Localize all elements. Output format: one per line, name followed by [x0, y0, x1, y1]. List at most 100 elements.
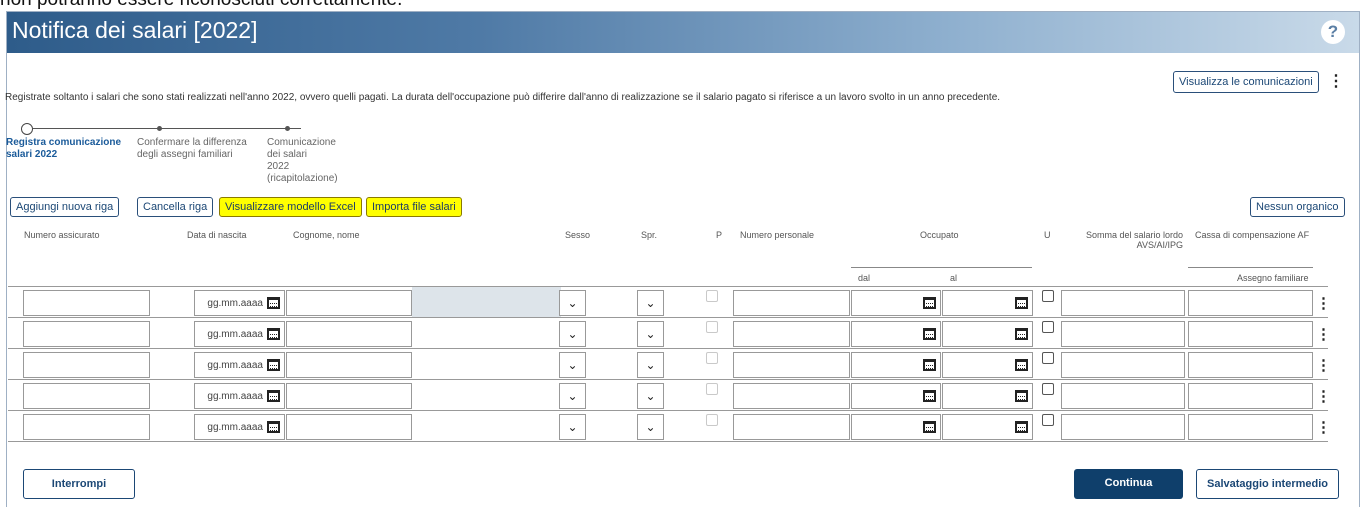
insured-number-input[interactable] [23, 290, 150, 316]
birth-date-input[interactable]: gg.mm.aaaa [194, 414, 285, 440]
insured-number-input[interactable] [23, 414, 150, 440]
birth-date-input[interactable]: gg.mm.aaaa [194, 383, 285, 409]
row-options-icon[interactable]: ⋮ [1316, 325, 1331, 343]
truncated-notice-text: non potranno essere riconosciuti corrett… [0, 0, 402, 9]
sex-select[interactable]: ⌄ [559, 383, 586, 409]
view-excel-template-button[interactable]: Visualizzare modello Excel [219, 197, 362, 217]
gross-salary-input[interactable] [1061, 414, 1185, 440]
spr-select[interactable]: ⌄ [637, 383, 664, 409]
p-checkbox[interactable] [706, 321, 718, 333]
calendar-icon[interactable] [1015, 421, 1028, 433]
name-input[interactable] [286, 414, 412, 440]
page-title: Notifica dei salari [2022] [12, 17, 258, 43]
gross-salary-input[interactable] [1061, 321, 1185, 347]
row-options-icon[interactable]: ⋮ [1316, 356, 1331, 374]
subheader-to: al [950, 273, 958, 283]
u-checkbox[interactable] [1042, 383, 1054, 395]
spr-select[interactable]: ⌄ [637, 321, 664, 347]
calendar-icon[interactable] [1015, 297, 1028, 309]
personal-number-input[interactable] [733, 383, 850, 409]
employed-from-input[interactable] [851, 290, 941, 316]
calendar-icon[interactable] [1015, 390, 1028, 402]
continue-button[interactable]: Continua [1074, 469, 1183, 499]
row-options-icon[interactable]: ⋮ [1316, 418, 1331, 436]
employed-to-input[interactable] [942, 321, 1033, 347]
calendar-icon[interactable] [923, 297, 936, 309]
spr-select[interactable]: ⌄ [637, 414, 664, 440]
birth-date-input[interactable]: gg.mm.aaaa [194, 352, 285, 378]
step-dot [157, 126, 162, 131]
p-checkbox[interactable] [706, 352, 718, 364]
calendar-icon[interactable] [923, 390, 936, 402]
u-checkbox[interactable] [1042, 352, 1054, 364]
calendar-icon[interactable] [1015, 359, 1028, 371]
no-staff-button[interactable]: Nessun organico [1250, 197, 1345, 217]
p-checkbox[interactable] [706, 290, 718, 302]
p-checkbox[interactable] [706, 414, 718, 426]
employed-from-input[interactable] [851, 352, 941, 378]
employed-from-input[interactable] [851, 383, 941, 409]
gross-salary-input[interactable] [1061, 352, 1185, 378]
sex-select[interactable]: ⌄ [559, 321, 586, 347]
family-allowance-input[interactable] [1188, 321, 1313, 347]
calendar-icon[interactable] [923, 421, 936, 433]
personal-number-input[interactable] [733, 290, 850, 316]
spr-select[interactable]: ⌄ [637, 352, 664, 378]
save-draft-button[interactable]: Salvataggio intermedio [1196, 469, 1339, 499]
gross-salary-input[interactable] [1061, 290, 1185, 316]
name-input[interactable] [286, 290, 412, 316]
current-step-circle [21, 123, 33, 135]
birth-date-input[interactable]: gg.mm.aaaa [194, 290, 285, 316]
employed-to-input[interactable] [942, 414, 1033, 440]
calendar-icon[interactable] [1015, 328, 1028, 340]
calendar-icon[interactable] [923, 328, 936, 340]
calendar-icon[interactable] [923, 359, 936, 371]
cancel-button[interactable]: Interrompi [23, 469, 135, 499]
family-allowance-input[interactable] [1188, 414, 1313, 440]
birth-date-input[interactable]: gg.mm.aaaa [194, 321, 285, 347]
import-salary-file-button[interactable]: Importa file salari [366, 197, 462, 217]
calendar-icon[interactable] [267, 359, 280, 371]
progress-stepper: Registra comunicazione salari 2022 Confer… [6, 123, 338, 184]
gross-salary-input[interactable] [1061, 383, 1185, 409]
name-input[interactable] [286, 383, 412, 409]
sex-select[interactable]: ⌄ [559, 414, 586, 440]
calendar-icon[interactable] [267, 328, 280, 340]
sex-select[interactable]: ⌄ [559, 290, 586, 316]
employed-from-input[interactable] [851, 414, 941, 440]
u-checkbox[interactable] [1042, 414, 1054, 426]
spr-select[interactable]: ⌄ [637, 290, 664, 316]
calendar-icon[interactable] [267, 421, 280, 433]
insured-number-input[interactable] [23, 352, 150, 378]
personal-number-input[interactable] [733, 352, 850, 378]
insured-number-input[interactable] [23, 383, 150, 409]
table-row: gg.mm.aaaa ⌄ ⌄ ⋮ [8, 379, 1331, 410]
question-circle-icon[interactable]: ? [1321, 20, 1345, 44]
title-bar: Notifica dei salari [2022] ? [7, 12, 1359, 53]
employed-to-input[interactable] [942, 383, 1033, 409]
employed-to-input[interactable] [942, 290, 1033, 316]
row-options-icon[interactable]: ⋮ [1316, 387, 1331, 405]
personal-number-input[interactable] [733, 321, 850, 347]
employed-from-input[interactable] [851, 321, 941, 347]
u-checkbox[interactable] [1042, 321, 1054, 333]
calendar-icon[interactable] [267, 297, 280, 309]
p-checkbox[interactable] [706, 383, 718, 395]
family-allowance-input[interactable] [1188, 352, 1313, 378]
family-allowance-input[interactable] [1188, 383, 1313, 409]
add-row-button[interactable]: Aggiungi nuova riga [10, 197, 120, 217]
calendar-icon[interactable] [267, 390, 280, 402]
more-options-icon[interactable]: ⋮ [1328, 74, 1344, 90]
employed-to-input[interactable] [942, 352, 1033, 378]
family-allowance-input[interactable] [1188, 290, 1313, 316]
name-input[interactable] [286, 321, 412, 347]
sex-select[interactable]: ⌄ [559, 352, 586, 378]
row-options-icon[interactable]: ⋮ [1316, 294, 1331, 312]
u-checkbox[interactable] [1042, 290, 1054, 302]
column-header-personal-number: Numero personale [740, 230, 815, 240]
insured-number-input[interactable] [23, 321, 150, 347]
personal-number-input[interactable] [733, 414, 850, 440]
view-communications-button[interactable]: Visualizza le comunicazioni [1173, 71, 1319, 93]
delete-row-button[interactable]: Cancella riga [137, 197, 214, 217]
name-input[interactable] [286, 352, 412, 378]
